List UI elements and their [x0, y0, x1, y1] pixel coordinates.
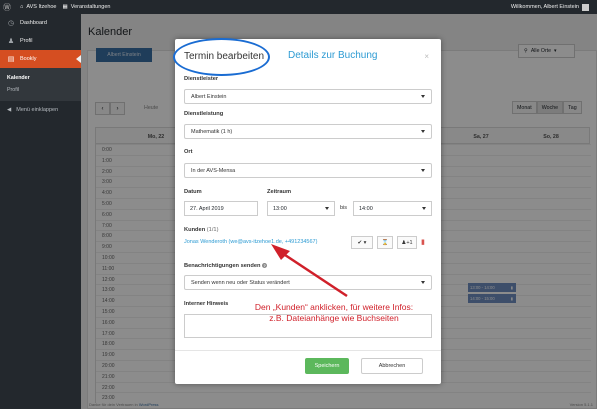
help-icon[interactable]: ? [262, 263, 268, 268]
admin-bar: Ⓦ ⌂ AVS Itzehoe ▦ Veranstaltungen Willkomm… [0, 0, 597, 14]
service-label: Dienstleistung [184, 111, 224, 117]
sidebar-item-dashboard[interactable]: ◷ Dashboard [0, 14, 81, 32]
service-select[interactable]: Mathematik (1 h) [184, 124, 432, 139]
internal-note-label: Interner Hinweis [184, 301, 229, 307]
collapse-icon: ◀ [7, 107, 12, 113]
avatar [582, 3, 589, 11]
chevron-down-icon [325, 207, 329, 210]
calendar-icon: ▦ [62, 4, 68, 10]
remove-customer-icon[interactable]: ▮ [421, 238, 425, 246]
time-from-select[interactable]: 13:00 [267, 201, 335, 216]
time-to-select[interactable]: 14:00 [353, 201, 432, 216]
highlight-ring [173, 38, 270, 76]
tab-booking-details[interactable]: Details zur Buchung [288, 50, 378, 61]
user-icon: ♟ [7, 38, 15, 45]
sidebar-item-profil[interactable]: ♟ Profil [0, 32, 81, 50]
admin-sidebar: ◷ Dashboard ♟ Profil ▤ Bookly Kalender P… [0, 14, 81, 409]
sidebar-subitem-profil[interactable]: Profil [0, 84, 81, 96]
edit-appointment-modal: Termin bearbeiten Details zur Buchung × … [175, 39, 441, 384]
customers-label: Kunden (1/1) [184, 227, 219, 233]
site-name-link[interactable]: ⌂ AVS Itzehoe [20, 4, 57, 10]
customer-link[interactable]: Jonas Wenderoth (we@avs-itzehoe1.de, +49… [184, 239, 317, 245]
annotation-text: Den „Kunden“ anklicken, für weitere Info… [254, 302, 414, 323]
chevron-down-icon [422, 207, 426, 210]
cancel-button[interactable]: Abbrechen [361, 358, 423, 374]
wordpress-logo-icon[interactable]: Ⓦ [0, 2, 14, 13]
sidebar-item-bookly[interactable]: ▤ Bookly [0, 50, 81, 68]
provider-label: Dienstleister [184, 76, 219, 82]
chevron-down-icon [421, 169, 425, 172]
chevron-down-icon [421, 95, 425, 98]
location-label: Ort [184, 149, 193, 155]
location-select-modal[interactable]: In der AVS-Mensa [184, 163, 432, 178]
home-icon: ⌂ [20, 4, 24, 10]
time-separator: bis [340, 205, 348, 211]
provider-select[interactable]: Albert Einstein [184, 89, 432, 104]
modal-footer-divider [175, 350, 441, 351]
chevron-down-icon [421, 130, 425, 133]
notifications-select[interactable]: Senden wenn neu oder Status verändert [184, 275, 432, 290]
customer-count-button[interactable]: ♟ +1 [397, 236, 417, 249]
customer-status-button[interactable]: ✔ ▾ [351, 236, 373, 249]
close-icon[interactable]: × [424, 52, 429, 61]
date-label: Datum [184, 189, 202, 195]
sidebar-submenu: Kalender Profil [0, 68, 81, 101]
payment-status-button[interactable]: ⌛ [377, 236, 393, 249]
dashboard-icon: ◷ [7, 20, 15, 27]
notifications-label: Benachrichtigungen senden ? [184, 263, 268, 269]
chevron-down-icon [421, 281, 425, 284]
bookly-icon: ▤ [7, 56, 15, 63]
period-label: Zeitraum [267, 189, 292, 195]
sidebar-subitem-kalender[interactable]: Kalender [0, 72, 81, 84]
account-menu[interactable]: Willkommen, Albert Einstein [511, 0, 589, 14]
save-button[interactable]: Speichern [305, 358, 349, 374]
events-link[interactable]: ▦ Veranstaltungen [63, 4, 111, 10]
collapse-menu-button[interactable]: ◀ Menü einklappen [0, 101, 81, 119]
date-input[interactable]: 27. April 2019 [184, 201, 258, 216]
